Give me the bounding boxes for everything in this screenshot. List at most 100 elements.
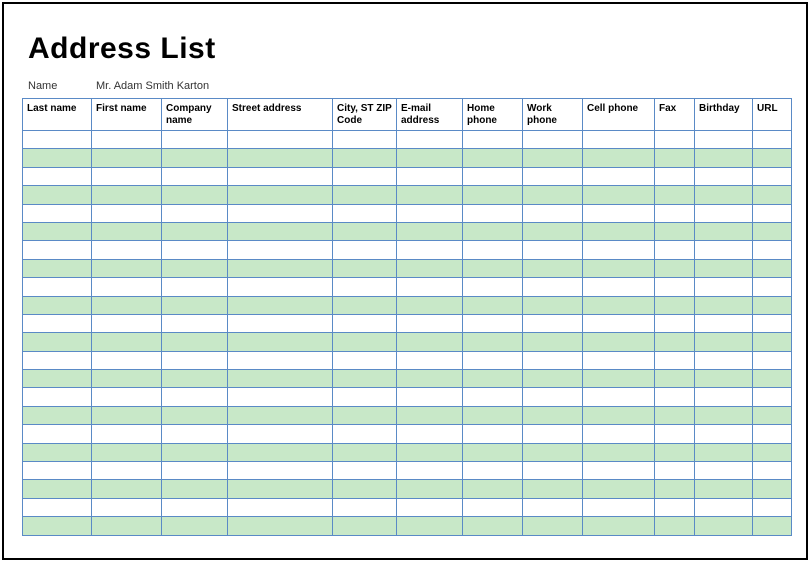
table-cell (162, 462, 228, 480)
table-cell (655, 444, 695, 462)
table-cell (333, 388, 397, 406)
table-cell (333, 315, 397, 333)
table-cell (583, 278, 655, 296)
table-cell (523, 444, 583, 462)
col-first-name: First name (92, 99, 162, 131)
table-row (22, 168, 792, 186)
table-row (22, 499, 792, 517)
table-cell (655, 388, 695, 406)
table-cell (463, 388, 523, 406)
table-cell (92, 149, 162, 167)
table-cell (583, 168, 655, 186)
table-cell (583, 149, 655, 167)
table-cell (397, 499, 463, 517)
table-cell (162, 444, 228, 462)
table-cell (655, 370, 695, 388)
table-cell (22, 186, 92, 204)
table-cell (333, 223, 397, 241)
table-cell (162, 517, 228, 535)
table-cell (397, 444, 463, 462)
table-cell (397, 352, 463, 370)
table-cell (463, 370, 523, 388)
table-cell (463, 407, 523, 425)
table-cell (333, 370, 397, 388)
table-cell (92, 297, 162, 315)
table-cell (22, 241, 92, 259)
table-cell (22, 499, 92, 517)
table-cell (523, 168, 583, 186)
table-cell (463, 131, 523, 149)
table-cell (583, 370, 655, 388)
table-cell (162, 131, 228, 149)
table-cell (523, 223, 583, 241)
col-home-phone: Home phone (463, 99, 523, 131)
table-cell (333, 205, 397, 223)
col-birthday: Birthday (695, 99, 753, 131)
table-cell (753, 223, 792, 241)
table-cell (655, 186, 695, 204)
table-cell (655, 131, 695, 149)
table-cell (583, 388, 655, 406)
table-cell (695, 315, 753, 333)
table-cell (228, 407, 333, 425)
table-cell (583, 223, 655, 241)
table-cell (228, 370, 333, 388)
table-cell (523, 315, 583, 333)
table-cell (655, 278, 695, 296)
table-cell (655, 462, 695, 480)
table-cell (162, 223, 228, 241)
table-cell (228, 499, 333, 517)
table-cell (523, 370, 583, 388)
table-body (22, 131, 792, 536)
table-cell (463, 462, 523, 480)
table-cell (523, 260, 583, 278)
table-cell (583, 131, 655, 149)
table-cell (695, 444, 753, 462)
table-cell (162, 425, 228, 443)
table-cell (333, 241, 397, 259)
table-cell (753, 444, 792, 462)
table-cell (333, 407, 397, 425)
table-cell (162, 499, 228, 517)
table-cell (695, 388, 753, 406)
table-cell (695, 205, 753, 223)
table-cell (162, 388, 228, 406)
table-cell (22, 315, 92, 333)
table-cell (695, 168, 753, 186)
table-row (22, 370, 792, 388)
table-cell (92, 388, 162, 406)
table-cell (655, 352, 695, 370)
table-cell (92, 131, 162, 149)
col-company-name: Company name (162, 99, 228, 131)
table-cell (463, 205, 523, 223)
table-cell (333, 480, 397, 498)
table-cell (583, 480, 655, 498)
table-cell (463, 352, 523, 370)
table-cell (695, 480, 753, 498)
table-cell (695, 407, 753, 425)
table-cell (583, 462, 655, 480)
table-cell (753, 260, 792, 278)
table-cell (583, 517, 655, 535)
table-cell (22, 260, 92, 278)
table-cell (583, 260, 655, 278)
table-row (22, 480, 792, 498)
table-cell (397, 131, 463, 149)
table-cell (397, 370, 463, 388)
table-cell (463, 186, 523, 204)
table-cell (22, 223, 92, 241)
table-cell (397, 517, 463, 535)
table-cell (333, 297, 397, 315)
table-cell (397, 388, 463, 406)
table-cell (22, 333, 92, 351)
table-cell (523, 462, 583, 480)
table-cell (333, 278, 397, 296)
table-cell (753, 480, 792, 498)
table-cell (695, 278, 753, 296)
table-cell (228, 333, 333, 351)
table-cell (753, 205, 792, 223)
table-cell (162, 241, 228, 259)
table-cell (333, 517, 397, 535)
table-row (22, 462, 792, 480)
table-cell (695, 333, 753, 351)
